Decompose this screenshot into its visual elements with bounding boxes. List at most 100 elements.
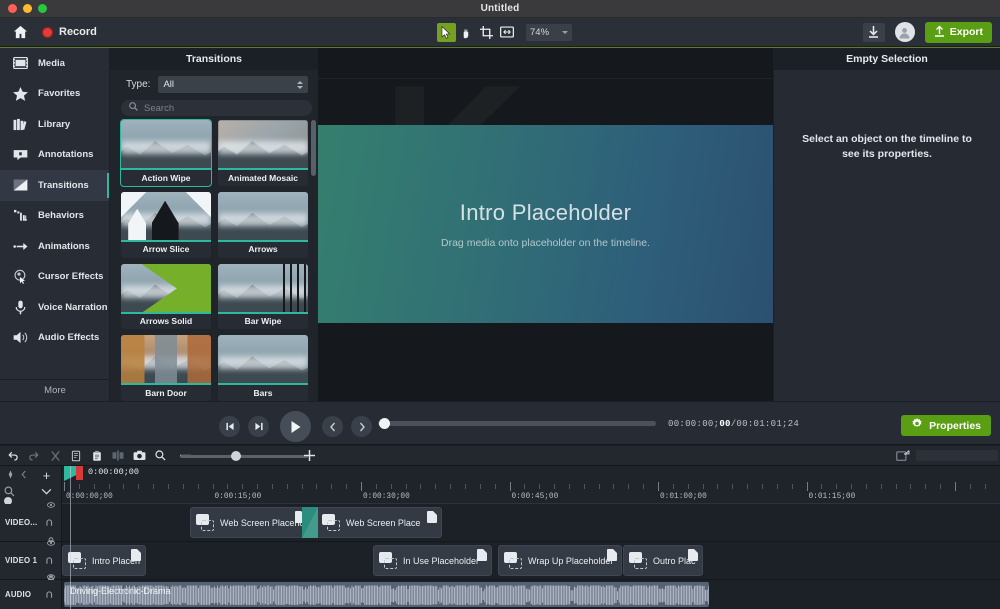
- export-button[interactable]: Export: [925, 22, 992, 43]
- audio-clip[interactable]: Driving-Electronic-Drama: [64, 582, 709, 607]
- record-button[interactable]: Record: [42, 26, 97, 38]
- transition-card[interactable]: Barn Door: [121, 335, 211, 401]
- sidebar-item-transitions[interactable]: Transitions: [0, 170, 109, 201]
- canvas-divider-top: [318, 78, 773, 79]
- timeline-clip[interactable]: In Use Placeholder: [373, 545, 492, 576]
- track-body[interactable]: Web Screen Placeholder Web Screen Place: [62, 504, 1000, 541]
- clip-label: In Use Placeholder: [403, 556, 479, 566]
- play-button[interactable]: [280, 411, 311, 442]
- next-frame-button[interactable]: [248, 416, 269, 437]
- transition-card[interactable]: Bar Wipe: [218, 264, 308, 330]
- sidebar-more-button[interactable]: More: [0, 379, 110, 401]
- select-tool[interactable]: [437, 23, 456, 42]
- download-arrow-icon[interactable]: [863, 23, 885, 42]
- link-icon[interactable]: [46, 514, 55, 532]
- sidebar-item-label: Animations: [38, 241, 90, 252]
- transitions-panel: Transitions Type: All Search Action Wipe…: [110, 48, 318, 401]
- timeline-clip[interactable]: Wrap Up Placeholder: [498, 545, 622, 576]
- copy-button[interactable]: [67, 448, 85, 464]
- previous-keyframe-icon[interactable]: [19, 470, 28, 479]
- track-body[interactable]: Driving-Electronic-Drama: [62, 580, 1000, 609]
- transition-card[interactable]: Arrows Solid: [121, 264, 211, 330]
- zoom-magnifier-icon[interactable]: [151, 448, 169, 464]
- screenshot-button[interactable]: [130, 448, 148, 464]
- sidebar-item-media[interactable]: Media: [0, 48, 109, 79]
- ruler-tick: [940, 484, 941, 489]
- ruler-tick: [747, 484, 748, 489]
- timeline-ruler[interactable]: 0:00:00;00 0:00:00;000:00:15;000:00:30;0…: [62, 466, 1000, 504]
- playhead-marker[interactable]: [76, 466, 83, 480]
- transition-label: Arrows Solid: [121, 314, 211, 329]
- timeline-clip[interactable]: Web Screen Placeholder: [190, 507, 310, 538]
- timeline-clip[interactable]: Intro Placeh: [62, 545, 146, 576]
- playback-scrubber-handle[interactable]: [379, 418, 390, 429]
- ruler-tick: [94, 484, 95, 489]
- track-body[interactable]: Intro Placeh In Use Placeholder Wrap Up Pl…: [62, 542, 1000, 579]
- transitions-scrollbar[interactable]: [311, 120, 316, 176]
- sidebar-item-label: Cursor Effects: [38, 271, 103, 282]
- hand-tool[interactable]: [457, 23, 476, 42]
- zoom-level-select[interactable]: 74%: [526, 24, 572, 41]
- transition-label: Action Wipe: [121, 170, 211, 185]
- add-track-button[interactable]: +: [38, 468, 55, 482]
- eye-icon[interactable]: [47, 567, 55, 585]
- eye-icon[interactable]: [47, 533, 55, 551]
- link-icon[interactable]: [46, 586, 55, 604]
- timeline-transition-marker[interactable]: [302, 507, 318, 538]
- sidebar-item-behaviors[interactable]: Behaviors: [0, 201, 109, 232]
- transition-card[interactable]: Arrows: [218, 192, 308, 258]
- placeholder-icon: [379, 552, 399, 570]
- next-marker-button[interactable]: [351, 416, 372, 437]
- sidebar-item-annotations[interactable]: Annotations: [0, 140, 109, 171]
- previous-marker-button[interactable]: [322, 416, 343, 437]
- sidebar-item-favorites[interactable]: Favorites: [0, 79, 109, 110]
- keyframe-add-icon[interactable]: [6, 470, 15, 479]
- zoom-in-button[interactable]: [300, 448, 318, 464]
- timeline-toolbar-field[interactable]: [916, 450, 998, 461]
- sidebar-item-voice-narration[interactable]: Voice Narration: [0, 292, 109, 323]
- sidebar: MediaFavoritesLibraryAnnotationsTransiti…: [0, 48, 110, 401]
- crop-tool[interactable]: [477, 23, 496, 42]
- cut-button[interactable]: [46, 448, 64, 464]
- search-input[interactable]: Search: [121, 100, 312, 116]
- search-icon: [129, 102, 138, 114]
- sidebar-item-audio-effects[interactable]: Audio Effects: [0, 323, 109, 354]
- preview-canvas[interactable]: K Intro Placeholder Drag media onto plac…: [318, 48, 773, 401]
- properties-button[interactable]: Properties: [901, 415, 991, 436]
- timeline-zoom-slider[interactable]: [180, 455, 308, 458]
- transition-label: Arrows: [218, 242, 308, 257]
- ruler-tick: [896, 484, 897, 489]
- transition-card[interactable]: Action Wipe: [121, 120, 211, 186]
- type-select[interactable]: All: [158, 76, 308, 93]
- transition-card[interactable]: Animated Mosaic: [218, 120, 308, 186]
- transition-label: Bar Wipe: [218, 314, 308, 329]
- sidebar-item-animations[interactable]: Animations: [0, 231, 109, 262]
- track-header[interactable]: AUDIO: [0, 580, 62, 609]
- paste-button[interactable]: [88, 448, 106, 464]
- eye-icon[interactable]: [47, 495, 55, 513]
- ruler-tick: [391, 484, 392, 489]
- sidebar-item-library[interactable]: Library: [0, 109, 109, 140]
- timeline-clip[interactable]: Outro Plac: [623, 545, 703, 576]
- transition-card[interactable]: Arrow Slice: [121, 192, 211, 258]
- lock-icon[interactable]: [47, 605, 55, 609]
- split-button[interactable]: [109, 448, 127, 464]
- home-icon[interactable]: [10, 22, 30, 42]
- detach-window-icon[interactable]: [894, 448, 912, 463]
- undo-button[interactable]: [4, 448, 22, 464]
- sidebar-item-cursor-effects[interactable]: Cursor Effects: [0, 262, 109, 293]
- timeline-zoom-handle[interactable]: [231, 451, 241, 461]
- transition-card[interactable]: Bars: [218, 335, 308, 401]
- timeline-toolbar: [0, 446, 1000, 466]
- fit-to-frame-tool[interactable]: [497, 23, 516, 42]
- clip-label: Web Screen Place: [346, 518, 420, 528]
- redo-button[interactable]: [25, 448, 43, 464]
- ruler-tick: [688, 484, 689, 489]
- user-avatar-icon[interactable]: [895, 22, 915, 42]
- transition-label: Animated Mosaic: [218, 170, 308, 185]
- playback-scrubber-track[interactable]: [378, 421, 656, 426]
- previous-frame-button[interactable]: [219, 416, 240, 437]
- stage-placeholder[interactable]: Intro Placeholder Drag media onto placeh…: [318, 125, 773, 323]
- ruler-tick: [881, 484, 882, 489]
- timeline-clip[interactable]: Web Screen Place: [316, 507, 442, 538]
